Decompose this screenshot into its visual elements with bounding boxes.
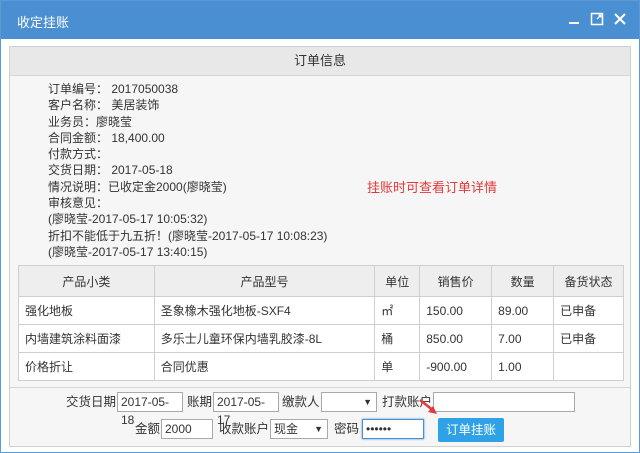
password-input[interactable]: •••••• (362, 419, 424, 439)
dialog-window: 收定挂账 订单信息 订单编号： 2017050038 客户名称： 美居装饰 业务… (0, 0, 640, 453)
form-row-dates: 交货日期 2017-05-18 账期 2017-05-17 缴款人 ▼ 打款账户 (10, 387, 630, 427)
col-header: 产品型号 (153, 265, 376, 297)
dropdown-arrow-icon: ▼ (363, 397, 372, 407)
account-period-input[interactable]: 2017-05-17 (213, 392, 279, 427)
table-cell: 已申备 (553, 296, 624, 325)
title-bar[interactable]: 收定挂账 (1, 1, 639, 39)
receive-account-label: 收款账户 (219, 422, 270, 436)
table-cell: 合同优惠 (153, 352, 376, 381)
items-table: 产品小类 产品型号 单位 销售价 数量 备货状态 强化地板 圣象橡木强化地板-S… (18, 265, 624, 381)
table-cell: 1.00 (491, 352, 555, 381)
receive-account-select[interactable]: 现金 ▼ (270, 419, 328, 439)
table-cell: 850.00 (419, 324, 493, 353)
review-entry: (廖晓莹-2017-05-17 10:05:32) (48, 212, 208, 227)
delivery-date-input[interactable]: 2017-05-18 (117, 392, 183, 427)
table-cell (553, 352, 624, 381)
annotation-text: 挂账时可查看订单详情 (367, 180, 498, 195)
maximize-icon[interactable] (590, 12, 604, 26)
pay-account-input[interactable] (433, 392, 575, 412)
table-cell: 单 (374, 352, 421, 381)
order-info: 订单编号： 2017050038 客户名称： 美居装饰 业务员：廖晓莹 合同金额… (48, 81, 327, 260)
contract-amount: 合同金额： 18,400.00 (48, 130, 165, 145)
table-cell: 150.00 (419, 296, 493, 325)
table-cell: ㎡ (374, 296, 421, 325)
table-row: 内墙建筑涂料面漆 多乐士儿童环保内墙乳胶漆-8L 桶 850.00 7.00 已… (18, 324, 624, 353)
col-header: 数量 (491, 265, 555, 297)
table-cell: 强化地板 (18, 296, 155, 325)
section-title: 订单信息 (10, 47, 630, 76)
window-title: 收定挂账 (17, 15, 70, 30)
col-header: 单位 (374, 265, 421, 297)
col-header: 销售价 (419, 265, 493, 297)
delivery-date-label: 交货日期 (66, 395, 117, 409)
payer-select[interactable]: ▼ (321, 392, 377, 412)
review-entry: 折扣不能低于九五折！(廖晓莹-2017-05-17 10:08:23) (48, 228, 328, 243)
dropdown-arrow-icon: ▼ (314, 424, 323, 434)
red-arrow-icon (419, 399, 437, 414)
status-note: 情况说明：已收定金2000(廖晓莹) (48, 179, 227, 194)
table-cell: 价格折让 (18, 352, 155, 381)
receive-account-value: 现金 (274, 422, 299, 436)
review-entry: (廖晓莹-2017-05-17 13:40:15) (48, 244, 208, 259)
close-icon[interactable] (613, 12, 627, 26)
account-period-label: 账期 (187, 395, 213, 409)
col-header: 产品小类 (18, 265, 155, 297)
table-row: 强化地板 圣象橡木强化地板-SXF4 ㎡ 150.00 89.00 已申备 (18, 296, 624, 325)
form-row-payment: 金额 2000 收款账户 现金 ▼ 密码 •••••• (10, 418, 630, 446)
customer-name: 客户名称： 美居装饰 (48, 98, 160, 113)
delivery-date: 交货日期： 2017-05-18 (48, 163, 173, 178)
order-charge-button[interactable]: 订单挂账 (438, 418, 504, 442)
review-label: 审核意见： (48, 196, 109, 211)
table-cell: 圣象橡木强化地板-SXF4 (153, 296, 376, 325)
salesman: 业务员：廖晓莹 (48, 114, 133, 129)
order-panel: 订单信息 订单编号： 2017050038 客户名称： 美居装饰 业务员：廖晓莹… (9, 46, 631, 447)
table-cell: -900.00 (419, 352, 493, 381)
table-cell: 已申备 (553, 324, 624, 353)
password-label: 密码 (334, 422, 360, 436)
minimize-icon[interactable] (567, 12, 581, 26)
order-number: 订单编号： 2017050038 (48, 82, 179, 96)
table-row: 价格折让 合同优惠 单 -900.00 1.00 (18, 352, 624, 381)
payment-method: 付款方式： (48, 147, 109, 162)
col-header: 备货状态 (553, 265, 624, 297)
table-cell: 7.00 (491, 324, 555, 353)
amount-input[interactable]: 2000 (161, 419, 213, 439)
payer-label: 缴款人 (282, 395, 320, 409)
table-cell: 89.00 (491, 296, 555, 325)
table-cell: 多乐士儿童环保内墙乳胶漆-8L (153, 324, 376, 353)
amount-label: 金额 (135, 422, 161, 436)
table-header-row: 产品小类 产品型号 单位 销售价 数量 备货状态 (18, 265, 624, 297)
table-cell: 桶 (374, 324, 421, 353)
table-cell: 内墙建筑涂料面漆 (18, 324, 155, 353)
